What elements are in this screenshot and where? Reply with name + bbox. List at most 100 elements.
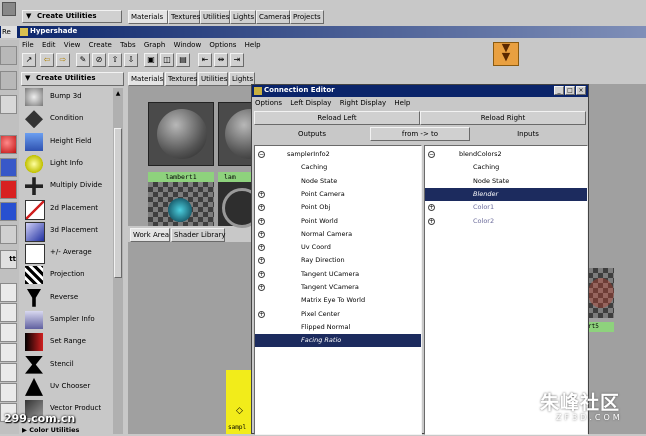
- expand-icon[interactable]: +: [428, 217, 435, 225]
- menu-help[interactable]: Help: [245, 41, 261, 49]
- red-ball-icon[interactable]: [0, 135, 17, 154]
- layout-single-icon[interactable]: [0, 283, 17, 302]
- expand-icon[interactable]: +: [428, 204, 435, 212]
- swatch-lambert1[interactable]: [148, 102, 214, 166]
- attribute-item[interactable]: Matrix Eye To World: [301, 294, 365, 307]
- frame-icon[interactable]: ◫: [160, 53, 174, 67]
- collapse-icon[interactable]: −: [428, 151, 435, 158]
- layout-icon[interactable]: ▤: [176, 53, 190, 67]
- expand-icon[interactable]: +: [258, 190, 265, 198]
- shape-tool-icon[interactable]: [0, 95, 17, 114]
- attribute-item[interactable]: Ray Direction: [301, 254, 345, 267]
- attribute-item[interactable]: Point World: [301, 215, 338, 228]
- tab-materials[interactable]: Materials: [128, 10, 168, 24]
- utility-set-range[interactable]: Set Range: [24, 331, 120, 353]
- attribute-item[interactable]: Facing Ratio: [301, 334, 342, 348]
- reload-left-button[interactable]: Reload Left: [254, 111, 420, 125]
- utility-uv-chooser[interactable]: Uv Chooser: [24, 376, 120, 398]
- layout-horiz-icon[interactable]: [0, 363, 17, 382]
- attribute-item[interactable]: Point Camera: [301, 188, 345, 201]
- utilities-footer[interactable]: ▶ Color Utilities: [22, 426, 112, 436]
- pencil-icon[interactable]: ✎: [76, 53, 90, 67]
- node-name[interactable]: samplerInfo2: [287, 148, 330, 161]
- ce-menu-options[interactable]: Options: [255, 99, 282, 107]
- utility-condition[interactable]: Condition: [24, 108, 120, 130]
- layout-vert-icon[interactable]: [0, 343, 17, 362]
- attribute-item[interactable]: Blender: [473, 187, 499, 201]
- swatch-lambert2[interactable]: [218, 102, 254, 166]
- attribute-item[interactable]: Color1: [473, 201, 494, 214]
- tab-utilities[interactable]: Utilities: [200, 10, 230, 24]
- attribute-icon[interactable]: tt: [0, 250, 17, 269]
- graph-up-icon[interactable]: ⇧: [108, 53, 122, 67]
- blue-shape-icon[interactable]: [0, 202, 17, 221]
- tab-projects[interactable]: Projects: [290, 10, 324, 24]
- left-attribute-list[interactable]: − samplerInfo2 Caching Node State + Point Cam…: [254, 145, 422, 435]
- utility-height-field[interactable]: Height Field: [24, 131, 120, 153]
- attribute-item[interactable]: Normal Camera: [301, 228, 352, 241]
- layout-quad-icon[interactable]: [0, 303, 17, 322]
- utility-3d-placement[interactable]: 3d Placement: [24, 220, 120, 242]
- layout-three-icon[interactable]: [0, 383, 17, 402]
- attribute-item[interactable]: Tangent UCamera: [301, 268, 359, 281]
- utility-reverse[interactable]: Reverse: [24, 287, 120, 309]
- expand-icon[interactable]: +: [258, 230, 265, 238]
- hs-tab-textures[interactable]: Textures: [165, 72, 197, 86]
- attribute-item[interactable]: Node State: [473, 175, 509, 188]
- utility-2d-placement[interactable]: 2d Placement: [24, 198, 120, 220]
- swatch-checker-2[interactable]: [218, 182, 262, 228]
- utility-multiply-divide[interactable]: Multiply Divide: [24, 175, 120, 197]
- menu-options[interactable]: Options: [209, 41, 236, 49]
- tab-work-area[interactable]: Work Area: [130, 228, 170, 242]
- red-cube-icon[interactable]: [0, 180, 17, 199]
- graph-down-icon[interactable]: ⇩: [124, 53, 138, 67]
- menu-view[interactable]: View: [64, 41, 81, 49]
- close-button[interactable]: ×: [576, 86, 586, 95]
- shelf-header[interactable]: ▼ Create Utilities: [22, 10, 122, 23]
- attribute-item[interactable]: Color2: [473, 215, 494, 228]
- ce-menu-right-display[interactable]: Right Display: [340, 99, 386, 107]
- arrow-right-icon[interactable]: ⇨: [56, 53, 70, 67]
- expand-icon[interactable]: +: [258, 257, 265, 265]
- tab-lights[interactable]: Lights: [230, 10, 256, 24]
- right-node-swatch[interactable]: [588, 268, 614, 318]
- input-connections-icon[interactable]: ⇤: [198, 53, 212, 67]
- menu-edit[interactable]: Edit: [42, 41, 56, 49]
- attribute-item[interactable]: Tangent VCamera: [301, 281, 359, 294]
- clear-graph-icon[interactable]: ▣: [144, 53, 158, 67]
- pencil-tool-icon[interactable]: [0, 225, 17, 244]
- output-connections-icon[interactable]: ⇥: [230, 53, 244, 67]
- collapse-icon[interactable]: −: [258, 151, 265, 158]
- left-corner-icon[interactable]: [2, 2, 16, 16]
- from-to-button[interactable]: from -> to: [370, 127, 470, 141]
- attribute-item[interactable]: Caching: [301, 161, 327, 174]
- attribute-item[interactable]: Point Obj: [301, 201, 330, 214]
- io-connections-icon[interactable]: ⇹: [214, 53, 228, 67]
- tab-cameras[interactable]: Cameras: [256, 10, 290, 24]
- swatch-checker-1[interactable]: [148, 182, 214, 226]
- hs-tab-utilities[interactable]: Utilities: [198, 72, 228, 86]
- utility-projection[interactable]: Projection: [24, 264, 120, 286]
- left-tab-re[interactable]: Re: [1, 26, 17, 38]
- select-tool-icon[interactable]: ↗: [22, 53, 36, 67]
- layout-split-icon[interactable]: [0, 323, 17, 342]
- yellow-node[interactable]: ◇ sampl: [226, 370, 254, 434]
- ce-menu-help[interactable]: Help: [394, 99, 410, 107]
- utility--average[interactable]: +/- Average: [24, 242, 120, 265]
- expand-icon[interactable]: +: [258, 284, 265, 291]
- expand-icon[interactable]: +: [258, 244, 265, 252]
- menu-file[interactable]: File: [22, 41, 34, 49]
- blue-cube-icon[interactable]: [0, 158, 17, 177]
- attribute-item[interactable]: Flipped Normal: [301, 321, 350, 334]
- move-tool-icon[interactable]: [0, 46, 17, 65]
- expand-icon[interactable]: +: [258, 204, 265, 212]
- chevron-down-icon[interactable]: ▼ ▼: [493, 42, 519, 66]
- node-name[interactable]: blendColors2: [459, 148, 502, 161]
- menu-graph[interactable]: Graph: [144, 41, 165, 49]
- expand-icon[interactable]: +: [258, 310, 265, 318]
- reload-right-button[interactable]: Reload Right: [420, 111, 586, 125]
- utility-light-info[interactable]: Light Info: [24, 153, 120, 175]
- tab-shader-library[interactable]: Shader Library: [171, 228, 226, 242]
- attribute-item[interactable]: Uv Coord: [301, 241, 331, 254]
- utility-bump-3d[interactable]: Bump 3d: [24, 86, 120, 108]
